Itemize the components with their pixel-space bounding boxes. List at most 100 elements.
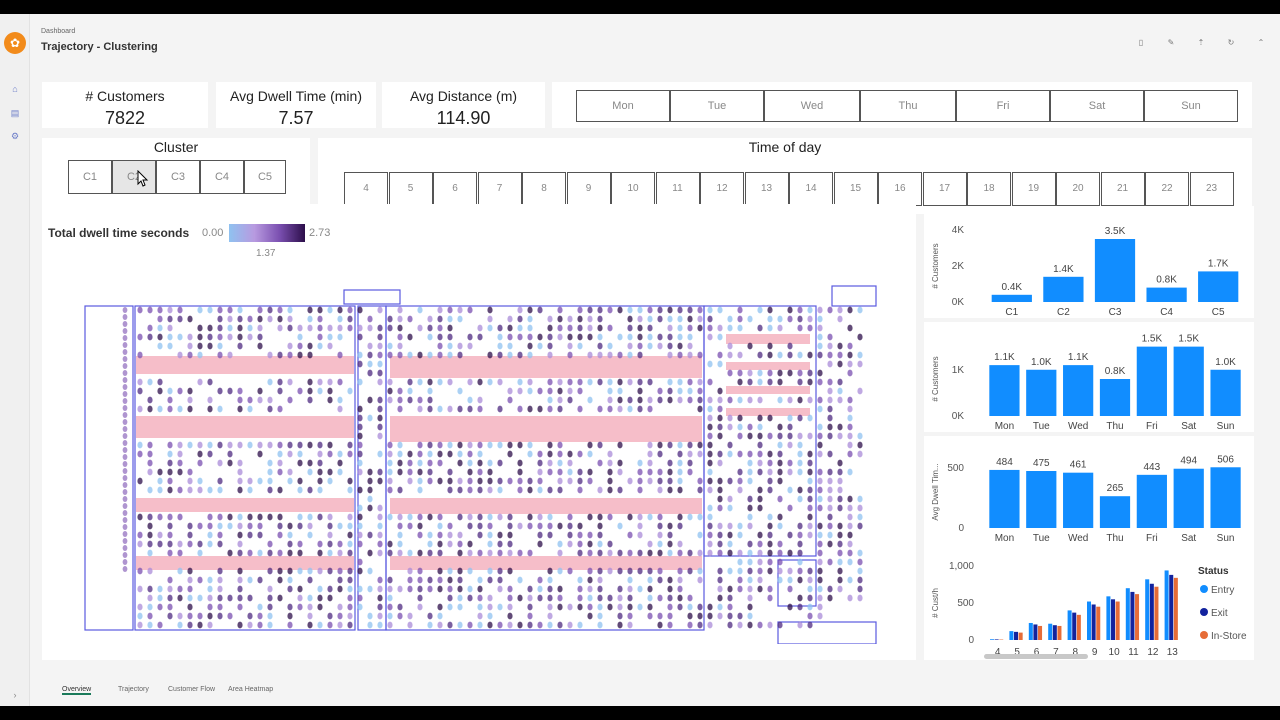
cluster-button-c4[interactable]: C4	[200, 160, 244, 194]
dwell-point	[777, 432, 783, 440]
store-floorplan-heatmap[interactable]	[80, 270, 880, 644]
time-button-17[interactable]: 17	[922, 172, 967, 206]
time-button-12[interactable]: 12	[700, 172, 744, 206]
app-logo-icon[interactable]: ✿	[4, 32, 26, 54]
home-icon[interactable]: ⌂	[9, 84, 21, 94]
day-button-mon[interactable]: Mon	[576, 90, 670, 122]
dwell-point	[647, 441, 653, 449]
dwell-point	[367, 585, 373, 593]
dwell-point	[317, 477, 323, 485]
dwell-point	[357, 531, 363, 539]
dwell-point	[627, 603, 633, 611]
time-button-9[interactable]: 9	[566, 172, 611, 206]
dwell-point	[497, 576, 503, 584]
dwell-point	[397, 603, 403, 611]
dwell-point	[307, 315, 313, 323]
chart-dwell-by-day-svg[interactable]: Avg Dwell Tim...0500484Mon475Tue461Wed26…	[924, 436, 1254, 548]
cluster-button-c3[interactable]: C3	[156, 160, 200, 194]
dwell-point	[317, 306, 323, 314]
dwell-point	[417, 603, 423, 611]
chart-customers-by-cluster-svg[interactable]: # Customers0K2K4K0.4KC11.4KC23.5KC30.8KC…	[924, 206, 1254, 318]
day-button-thu[interactable]: Thu	[860, 90, 956, 122]
dwell-point	[387, 342, 393, 350]
tab-customer-flow[interactable]: Customer Flow	[168, 686, 215, 693]
dwell-point	[167, 522, 173, 530]
bar-Entry-7	[1048, 623, 1053, 640]
dwell-point	[807, 414, 813, 422]
dwell-point	[807, 450, 813, 458]
time-button-4[interactable]: 4	[344, 172, 388, 206]
dwell-point	[777, 441, 783, 449]
dwell-point	[637, 522, 643, 530]
day-button-wed[interactable]: Wed	[764, 90, 860, 122]
dwell-point	[267, 549, 273, 557]
edit-icon[interactable]: ✎	[1164, 36, 1178, 50]
dwell-point	[657, 387, 663, 395]
dwell-point	[447, 405, 453, 413]
dwell-point	[187, 333, 193, 341]
chart-customers-by-day-svg[interactable]: # Customers0K1K1.1KMon1.0KTue1.1KWed0.8K…	[924, 322, 1254, 432]
time-button-14[interactable]: 14	[789, 172, 833, 206]
upload-icon[interactable]: ⇡	[1194, 36, 1208, 50]
dwell-point	[687, 567, 693, 575]
time-button-16[interactable]: 16	[878, 172, 922, 206]
day-button-sat[interactable]: Sat	[1050, 90, 1144, 122]
time-button-8[interactable]: 8	[522, 172, 566, 206]
time-button-10[interactable]: 10	[611, 172, 655, 206]
dwell-point	[347, 531, 353, 539]
data-label: 0.8K	[1156, 275, 1177, 286]
time-button-5[interactable]: 5	[388, 172, 433, 206]
dwell-point	[357, 432, 363, 440]
dwell-point	[357, 585, 363, 593]
cluster-button-c1[interactable]: C1	[68, 160, 112, 194]
x-tick-label: 9	[1092, 647, 1098, 658]
time-button-18[interactable]: 18	[967, 172, 1011, 206]
dwell-point	[187, 576, 193, 584]
dwell-point	[657, 486, 663, 494]
dwell-point	[677, 351, 683, 359]
heatmap-legend-min: 0.00	[202, 227, 224, 239]
dwell-point	[337, 585, 343, 593]
filter-icon[interactable]: ▯	[1134, 36, 1148, 50]
chart-customers-per-hour-svg[interactable]: # Cust/h05001,0004 5 6 7 8 9 10 11 12 13StatusEnt…	[924, 544, 1254, 660]
time-button-7[interactable]: 7	[477, 172, 522, 206]
tab-overview[interactable]: Overview	[62, 686, 92, 695]
dwell-point	[787, 315, 793, 323]
dwell-point	[122, 517, 128, 523]
time-button-20[interactable]: 20	[1056, 172, 1100, 206]
dwell-point	[717, 360, 723, 368]
tab-trajectory[interactable]: Trajectory	[118, 686, 149, 693]
day-button-tue[interactable]: Tue	[670, 90, 764, 122]
dwell-point	[387, 513, 393, 521]
tab-area-heatmap[interactable]: Area Heatmap	[228, 686, 273, 693]
time-button-11[interactable]: 11	[655, 172, 700, 206]
settings-icon[interactable]: ⚙	[9, 131, 21, 141]
dwell-point	[397, 531, 403, 539]
bar-Exit-10	[1111, 599, 1116, 640]
time-button-21[interactable]: 21	[1100, 172, 1145, 206]
dwell-point	[567, 603, 573, 611]
collapse-icon[interactable]: ⌃	[1254, 36, 1268, 50]
dwell-point	[377, 351, 383, 359]
time-button-23[interactable]: 23	[1189, 172, 1234, 206]
dwell-point	[287, 567, 293, 575]
dwell-point	[417, 324, 423, 332]
table-icon[interactable]: ▤	[9, 108, 21, 118]
dwell-point	[627, 378, 633, 386]
time-button-15[interactable]: 15	[833, 172, 878, 206]
zone-outline	[385, 305, 705, 631]
bar-Entry-4	[990, 639, 995, 640]
time-button-6[interactable]: 6	[433, 172, 477, 206]
expand-icon[interactable]: ›	[9, 690, 21, 700]
refresh-icon[interactable]: ↻	[1224, 36, 1238, 50]
time-button-22[interactable]: 22	[1145, 172, 1189, 206]
day-button-fri[interactable]: Fri	[956, 90, 1050, 122]
time-button-13[interactable]: 13	[744, 172, 789, 206]
time-button-19[interactable]: 19	[1011, 172, 1056, 206]
cluster-button-c5[interactable]: C5	[244, 160, 286, 194]
dwell-point	[567, 540, 573, 548]
day-button-sun[interactable]: Sun	[1144, 90, 1238, 122]
breadcrumb[interactable]: Dashboard	[41, 28, 75, 35]
dwell-point	[157, 540, 163, 548]
dwell-point	[517, 351, 523, 359]
